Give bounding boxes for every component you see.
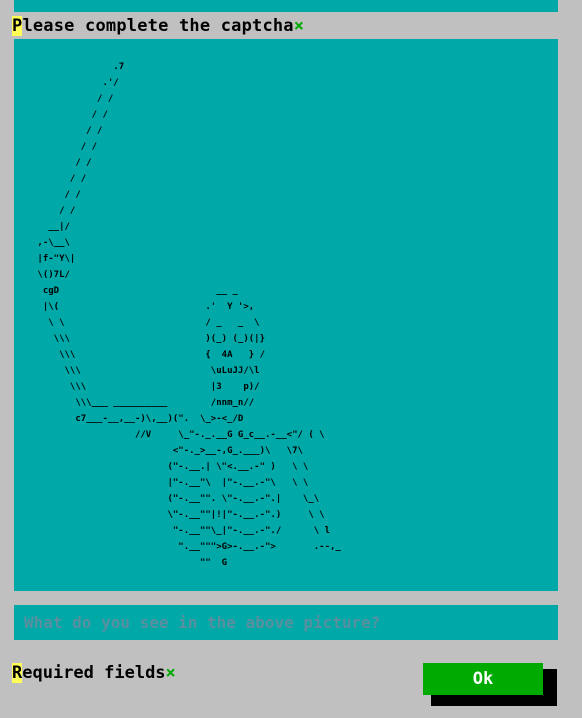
required-fields-note: Required fields× [12, 662, 176, 684]
required-hotkey-letter: R [12, 663, 23, 683]
captcha-answer-input[interactable] [14, 605, 558, 640]
captcha-title: Please complete the captcha× [12, 15, 304, 37]
top-panel-edge [14, 0, 558, 12]
title-hotkey-letter: P [12, 16, 23, 36]
required-fields-text: equired fields [22, 663, 166, 683]
ok-button[interactable]: Ok [423, 663, 543, 695]
required-marker-icon: × [293, 16, 305, 36]
captcha-image-panel: .7 .'/ / / / / / / / / / / / / / / / / _… [14, 39, 558, 591]
title-text: lease complete the captcha [22, 16, 294, 36]
required-marker-icon: × [165, 663, 176, 683]
captcha-ascii-art: .7 .'/ / / / / / / / / / / / / / / / / _… [37, 62, 341, 568]
